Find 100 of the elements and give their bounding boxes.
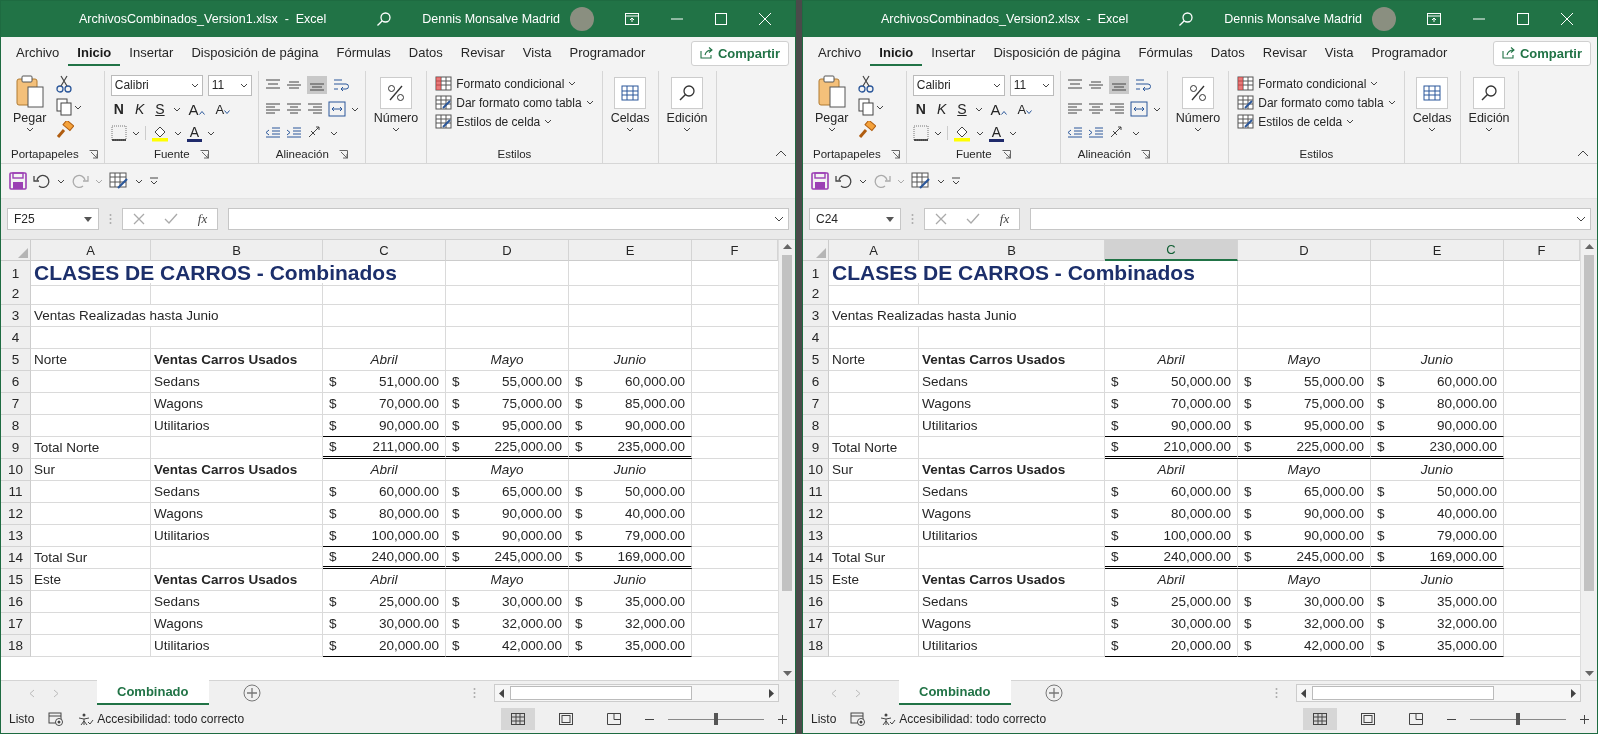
editing-button[interactable]: Edición	[664, 75, 710, 132]
shrink-font-button[interactable]: A	[212, 101, 234, 117]
column-header[interactable]: D	[446, 240, 569, 261]
row-header[interactable]: 12	[1, 503, 31, 525]
row-header[interactable]: 18	[803, 635, 829, 657]
undo-icon[interactable]	[33, 173, 51, 189]
caret-icon[interactable]	[975, 130, 984, 136]
copy-icon[interactable]	[858, 98, 875, 116]
increase-indent-icon[interactable]	[1087, 126, 1104, 140]
row-header[interactable]: 2	[1, 283, 31, 305]
macro-record-icon[interactable]	[48, 712, 65, 726]
search-icon[interactable]	[376, 11, 393, 27]
search-icon[interactable]	[1178, 11, 1195, 27]
add-sheet-icon[interactable]	[1044, 684, 1063, 702]
caret-icon[interactable]	[207, 130, 216, 136]
style-menu-button[interactable]: Estilos de celda	[433, 113, 555, 130]
paste-button[interactable]: Pegar	[11, 75, 49, 132]
row-header[interactable]: 8	[803, 415, 829, 437]
scroll-thumb[interactable]	[510, 686, 692, 700]
font-size-dropdown[interactable]: 11	[207, 74, 252, 96]
row-header[interactable]: 17	[1, 613, 31, 635]
row-header[interactable]: 11	[803, 481, 829, 503]
expand-icon[interactable]	[1576, 216, 1586, 222]
row-header[interactable]: 15	[1, 569, 31, 591]
format-painter-icon[interactable]	[858, 121, 877, 139]
paste-button[interactable]: Pegar	[813, 75, 851, 132]
row-header[interactable]: 9	[1, 437, 31, 459]
vertical-scrollbar[interactable]	[778, 240, 795, 680]
style-menu-button[interactable]: Formato condicional	[1235, 75, 1381, 92]
decrease-indent-icon[interactable]	[264, 126, 281, 140]
user-name[interactable]: Dennis Monsalve Madrid	[422, 12, 560, 26]
zoom-slider-thumb[interactable]	[1516, 713, 1520, 725]
column-header[interactable]: C	[323, 240, 446, 261]
checkmark-icon[interactable]	[966, 213, 981, 225]
vertical-scrollbar[interactable]	[1580, 240, 1597, 680]
row-header[interactable]: 11	[1, 481, 31, 503]
caret-icon[interactable]	[173, 130, 182, 136]
collapse-ribbon-icon[interactable]	[775, 150, 787, 157]
scissors-icon[interactable]	[858, 75, 875, 93]
ribbon-tab[interactable]: Fórmulas	[1129, 40, 1202, 66]
align-bottom-icon[interactable]	[306, 76, 327, 94]
format-painter-icon[interactable]	[56, 121, 75, 139]
row-header[interactable]: 13	[803, 525, 829, 547]
row-header[interactable]: 7	[1, 393, 31, 415]
ribbon-tab[interactable]: Archivo	[7, 40, 69, 66]
column-header[interactable]: B	[919, 240, 1105, 261]
macro-record-icon[interactable]	[850, 712, 867, 726]
scissors-icon[interactable]	[56, 75, 73, 93]
name-box[interactable]: F25	[7, 208, 99, 230]
caret-icon[interactable]	[74, 104, 83, 110]
ribbon-tab[interactable]: Vista	[1315, 40, 1363, 66]
close-icon[interactable]	[758, 13, 771, 25]
dialog-launcher-icon[interactable]	[338, 149, 348, 159]
ribbon-tab[interactable]: Archivo	[809, 40, 871, 66]
ribbon-tab[interactable]: Disposición de página	[984, 40, 1130, 66]
wrap-text-icon[interactable]	[1133, 77, 1152, 93]
row-header[interactable]: 4	[803, 327, 829, 349]
row-header[interactable]: 3	[803, 305, 829, 327]
font-color-button[interactable]: A	[988, 124, 1005, 142]
scroll-down-icon[interactable]	[1584, 671, 1594, 676]
maximize-icon[interactable]	[714, 13, 727, 25]
row-header[interactable]: 14	[803, 547, 829, 569]
caret-icon[interactable]	[57, 178, 65, 184]
font-style-button[interactable]: K	[131, 101, 148, 117]
caret-icon[interactable]	[350, 106, 359, 112]
font-style-button[interactable]: K	[933, 101, 950, 117]
caret-icon[interactable]	[876, 104, 885, 110]
drag-handle-icon[interactable]	[473, 687, 476, 699]
column-header[interactable]: E	[1371, 240, 1504, 261]
normal-view-button[interactable]	[501, 708, 535, 730]
share-button[interactable]: Compartir	[690, 40, 789, 66]
caret-icon[interactable]	[1009, 130, 1018, 136]
fill-color-icon[interactable]	[952, 124, 971, 142]
row-header[interactable]: 16	[803, 591, 829, 613]
dialog-launcher-icon[interactable]	[199, 149, 209, 159]
column-header[interactable]: D	[1238, 240, 1371, 261]
horizontal-scrollbar[interactable]	[1296, 684, 1581, 702]
increase-indent-icon[interactable]	[285, 126, 302, 140]
style-menu-button[interactable]: Dar formato como tabla	[1235, 94, 1398, 111]
merge-center-icon[interactable]	[1129, 101, 1148, 117]
caret-icon[interactable]	[1152, 106, 1161, 112]
column-header[interactable]: A	[31, 240, 151, 261]
drag-handle-icon[interactable]	[1275, 687, 1278, 699]
table-format-icon[interactable]	[109, 172, 129, 190]
ribbon-tab[interactable]: Inicio	[68, 40, 121, 66]
scroll-thumb[interactable]	[1584, 255, 1594, 591]
scroll-left-icon[interactable]	[499, 688, 504, 698]
checkmark-icon[interactable]	[164, 213, 179, 225]
formula-input[interactable]	[1030, 208, 1591, 230]
font-style-button[interactable]: N	[912, 101, 929, 117]
number-format-button[interactable]: Número	[1173, 75, 1223, 132]
shrink-font-button[interactable]: A	[1014, 101, 1036, 117]
editing-button[interactable]: Edición	[1466, 75, 1512, 132]
font-name-dropdown[interactable]: Calibri	[110, 74, 203, 96]
scroll-left-icon[interactable]	[1301, 688, 1306, 698]
scroll-down-icon[interactable]	[782, 671, 792, 676]
minimize-icon[interactable]	[1472, 18, 1485, 20]
dialog-launcher-icon[interactable]	[890, 149, 900, 159]
minimize-icon[interactable]	[670, 18, 683, 20]
caret-icon[interactable]	[1131, 130, 1140, 136]
